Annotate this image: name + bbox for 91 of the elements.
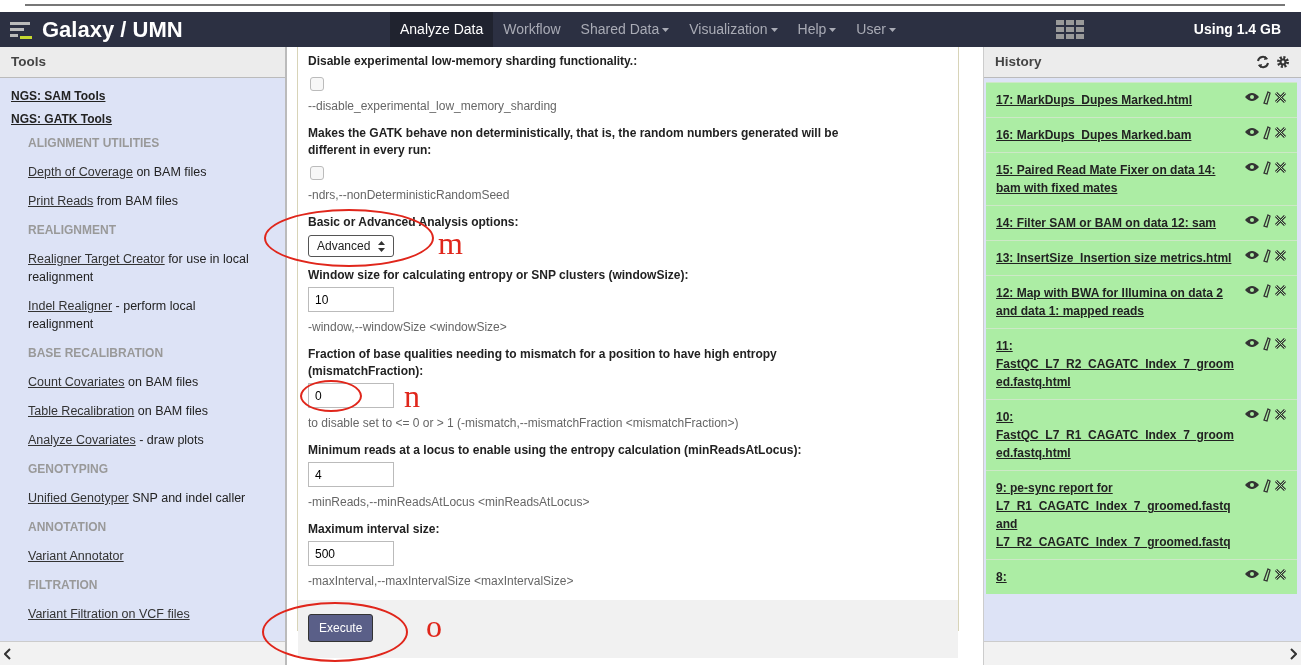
annotation-letter: o	[426, 614, 442, 640]
eye-icon[interactable]	[1244, 284, 1260, 296]
field-label: Window size for calculating entropy or SNP clusters (windowSize):	[308, 267, 690, 284]
memory-usage: Using 1.4 GB	[1193, 20, 1281, 39]
select-arrows-icon	[378, 240, 386, 252]
section-heading: REALIGNMENT	[28, 222, 117, 239]
tool-category[interactable]: NGS: GATK Tools	[11, 110, 251, 128]
section-heading: ALIGNMENT UTILITIES	[28, 135, 161, 152]
nav-tab[interactable]: Shared Data	[570, 12, 680, 47]
input-field[interactable]: 0	[308, 383, 394, 408]
input-field[interactable]: 500	[308, 541, 394, 566]
field-label: Fraction of base qualities needing to mismatch for a position to have high entropy (mismatchFraction):	[308, 346, 778, 380]
pencil-icon[interactable]	[1263, 214, 1271, 228]
tool-entry[interactable]: Variant Filtration on VCF files	[28, 605, 251, 623]
eye-icon[interactable]	[1244, 91, 1260, 103]
pencil-icon[interactable]	[1263, 249, 1271, 263]
eye-icon[interactable]	[1244, 249, 1260, 261]
eye-icon[interactable]	[1244, 337, 1260, 349]
delete-icon[interactable]	[1274, 91, 1287, 104]
settings-icon[interactable]	[1276, 55, 1290, 69]
tool-category[interactable]: NGS: SAM Tools	[11, 87, 251, 105]
checkbox[interactable]	[310, 77, 324, 91]
section-heading: ANNOTATION	[28, 519, 108, 536]
tool-entry[interactable]: Indel Realigner - perform local realignment	[28, 297, 251, 333]
eye-icon[interactable]	[1244, 568, 1260, 580]
input-field[interactable]: 10	[308, 287, 394, 312]
select-field[interactable]: Advanced	[308, 235, 395, 257]
scroll-left-icon[interactable]	[4, 647, 12, 660]
section-heading: BASE RECALIBRATION	[28, 345, 165, 362]
help-text: -minReads,--minReadsAtLocus <minReadsAtLocus>	[308, 494, 591, 511]
nav-tab[interactable]: Analyze Data	[390, 12, 494, 47]
tool-entry[interactable]: Print Reads from BAM files	[28, 192, 251, 210]
delete-icon[interactable]	[1274, 479, 1287, 492]
pencil-icon[interactable]	[1263, 337, 1271, 351]
pencil-icon[interactable]	[1263, 479, 1271, 493]
tool-entry[interactable]: Realigner Target Creator for use in local realignment	[28, 250, 251, 286]
section-heading: GENOTYPING	[28, 461, 109, 478]
delete-icon[interactable]	[1274, 161, 1287, 174]
delete-icon[interactable]	[1274, 126, 1287, 139]
grid-icon[interactable]	[1055, 19, 1084, 40]
checkbox[interactable]	[310, 166, 324, 180]
pencil-icon[interactable]	[1263, 408, 1271, 422]
delete-icon[interactable]	[1274, 214, 1287, 227]
logo-icon	[10, 19, 34, 40]
delete-icon[interactable]	[1274, 249, 1287, 262]
tool-entry[interactable]: Count Covariates on BAM files	[28, 373, 251, 391]
annotation-letter: n	[404, 384, 420, 410]
nav-tab[interactable]: User	[846, 12, 906, 47]
pencil-icon[interactable]	[1263, 91, 1271, 105]
input-field[interactable]: 4	[308, 462, 394, 487]
pencil-icon[interactable]	[1263, 161, 1271, 175]
field-label: Minimum reads at a locus to enable using the entropy calculation (minReadsAtLocus):	[308, 442, 803, 459]
pencil-icon[interactable]	[1263, 126, 1271, 140]
panel-title: History	[995, 52, 1042, 71]
tool-entry[interactable]: Variant Annotator	[28, 547, 251, 565]
help-text: -maxInterval,--maxIntervalSize <maxIntervalSize>	[308, 573, 575, 590]
field-label: Disable experimental low-memory sharding functionality.:	[308, 53, 639, 70]
help-text: to disable set to <= 0 or > 1 (-mismatch,--mismatchFraction <mismatchFraction>)	[308, 415, 740, 432]
eye-icon[interactable]	[1244, 126, 1260, 138]
pencil-icon[interactable]	[1263, 284, 1271, 298]
tool-entry[interactable]: Analyze Covariates - draw plots	[28, 431, 251, 449]
section-heading: FILTRATION	[28, 577, 99, 594]
scroll-right-icon[interactable]	[1289, 647, 1297, 660]
eye-icon[interactable]	[1244, 408, 1260, 420]
help-text: -window,--windowSize <windowSize>	[308, 319, 508, 336]
eye-icon[interactable]	[1244, 214, 1260, 226]
delete-icon[interactable]	[1274, 284, 1287, 297]
annotation-letter: m	[438, 231, 463, 257]
help-text: -ndrs,--nonDeterministicRandomSeed	[308, 187, 511, 204]
execute-button[interactable]: Execute	[308, 614, 374, 642]
nav-tab[interactable]: Visualization	[679, 12, 788, 47]
field-label: Basic or Advanced Analysis options:	[308, 214, 520, 231]
pencil-icon[interactable]	[1263, 568, 1271, 582]
tool-entry[interactable]: Table Recalibration on BAM files	[28, 402, 251, 420]
help-text: --disable_experimental_low_memory_sharding	[308, 98, 558, 115]
field-label: Maximum interval size:	[308, 521, 441, 538]
delete-icon[interactable]	[1274, 408, 1287, 421]
field-label: Makes the GATK behave non deterministically, that is, the random numbers generated will be different in every run:	[308, 125, 840, 159]
delete-icon[interactable]	[1274, 337, 1287, 350]
tool-entry[interactable]: Unified Genotyper SNP and indel caller	[28, 489, 251, 507]
brand-title[interactable]: Galaxy / UMN	[42, 13, 183, 46]
nav-tab[interactable]: Help	[787, 12, 847, 47]
eye-icon[interactable]	[1244, 479, 1260, 491]
annotation-circle	[300, 380, 362, 412]
tool-entry[interactable]: Depth of Coverage on BAM files	[28, 163, 251, 181]
eye-icon[interactable]	[1244, 161, 1260, 173]
delete-icon[interactable]	[1274, 568, 1287, 581]
nav-tab[interactable]: Workflow	[493, 12, 571, 47]
history-item-title[interactable]: 8:	[996, 568, 1007, 586]
refresh-icon[interactable]	[1256, 55, 1270, 69]
panel-title: Tools	[11, 52, 46, 71]
